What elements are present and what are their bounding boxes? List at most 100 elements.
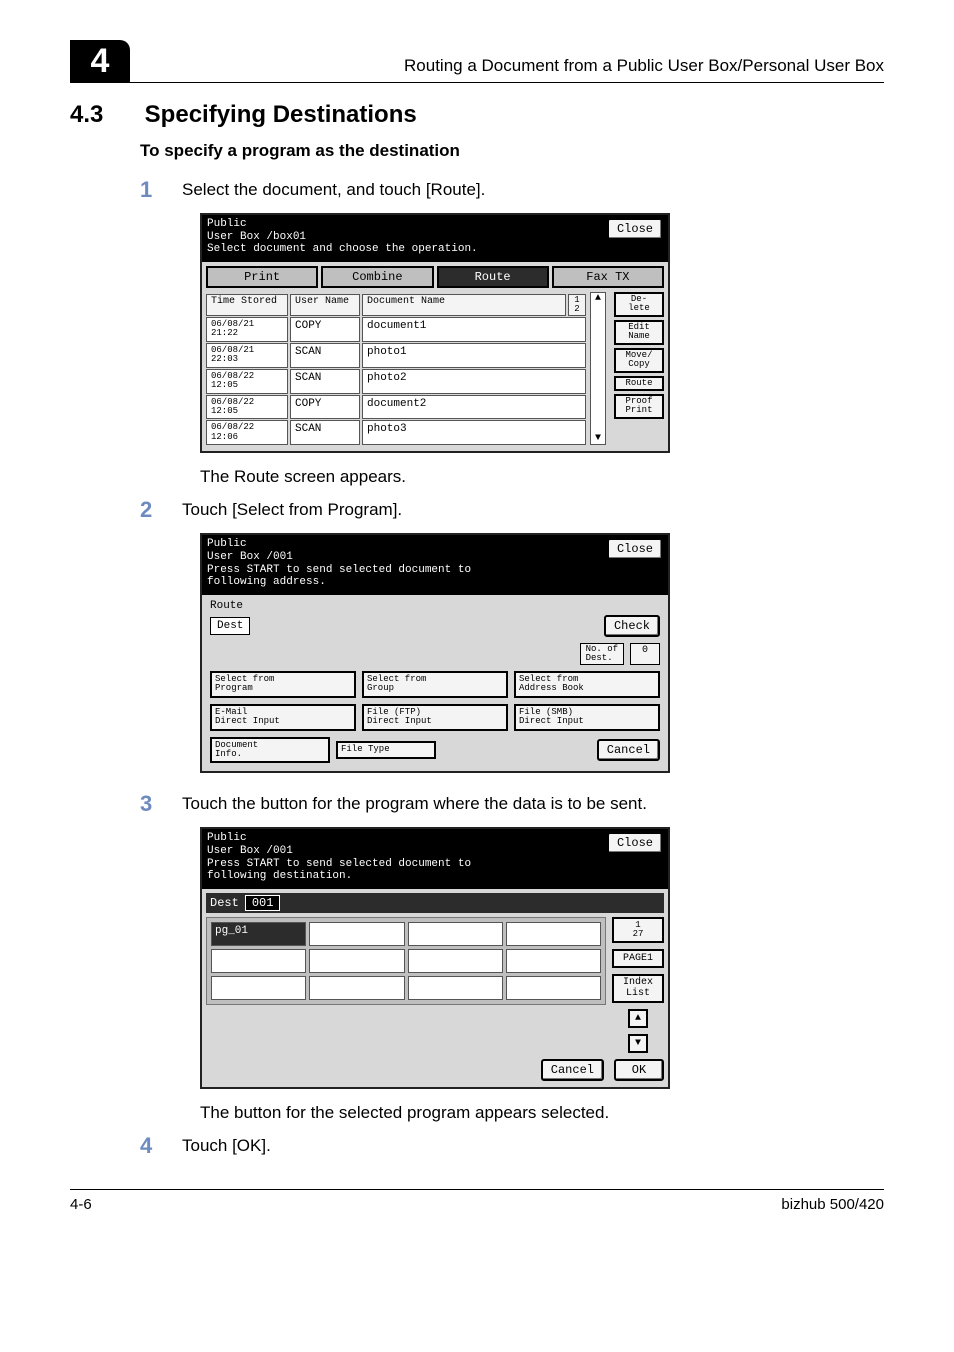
cell-doc: photo2 [362, 369, 586, 394]
program-slot[interactable] [211, 976, 306, 1000]
close-button[interactable]: Close [607, 218, 663, 240]
panel-route-list: Public User Box /box01 Select document a… [200, 213, 670, 453]
program-slot[interactable] [309, 976, 404, 1000]
tab-combine[interactable]: Combine [321, 266, 433, 288]
section-heading: 4.3 Specifying Destinations [70, 101, 884, 129]
program-slot[interactable] [506, 949, 601, 973]
step-3: 3 Touch the button for the program where… [140, 791, 884, 817]
footer-model: bizhub 500/420 [781, 1196, 884, 1213]
col-document: Document Name [362, 294, 566, 316]
step-4-text: Touch [OK]. [182, 1133, 271, 1156]
cell-doc: document2 [362, 395, 586, 420]
ok-button[interactable]: OK [614, 1059, 664, 1081]
table-row[interactable]: 06/08/22 12:06 SCAN photo3 [206, 420, 586, 445]
step-1-text: Select the document, and touch [Route]. [182, 177, 485, 200]
panel1-side-buttons: De- lete Edit Name Move/ Copy Route Proo… [614, 292, 664, 445]
cell-doc: document1 [362, 317, 586, 342]
header-title: Routing a Document from a Public User Bo… [130, 56, 884, 82]
tab-route[interactable]: Route [437, 266, 549, 288]
check-button[interactable]: Check [604, 615, 660, 637]
close-button[interactable]: Close [607, 538, 663, 560]
program-slot[interactable] [408, 949, 503, 973]
email-direct-input-button[interactable]: E-Mail Direct Input [210, 704, 356, 731]
no-of-dest-label: No. of Dest. [580, 643, 624, 665]
close-button[interactable]: Close [607, 832, 663, 854]
panel2-dest-row: Dest Check [210, 615, 660, 637]
file-ftp-direct-input-button[interactable]: File (FTP) Direct Input [362, 704, 508, 731]
cell-time: 06/08/22 12:06 [206, 420, 288, 445]
panel3-side: 1 27 PAGE1 Index List ▲ ▼ [612, 913, 664, 1053]
panel1-header: Public User Box /box01 Select document a… [202, 215, 668, 262]
dest-value: 001 [245, 895, 281, 911]
panel2-header: Public User Box /001 Press START to send… [202, 535, 668, 595]
step-2-number: 2 [140, 497, 158, 523]
cell-user: COPY [290, 395, 360, 420]
page1-button[interactable]: PAGE1 [612, 949, 664, 968]
cell-user: SCAN [290, 369, 360, 394]
dest-label: Dest [210, 617, 250, 635]
page-footer: 4-6 bizhub 500/420 [70, 1189, 884, 1213]
file-smb-direct-input-button[interactable]: File (SMB) Direct Input [514, 704, 660, 731]
cancel-button[interactable]: Cancel [541, 1059, 604, 1081]
tab-fax-tx[interactable]: Fax TX [552, 266, 664, 288]
program-slot[interactable] [211, 949, 306, 973]
cell-doc: photo3 [362, 420, 586, 445]
chapter-number: 4 [91, 42, 110, 81]
cell-time: 06/08/21 22:03 [206, 343, 288, 368]
chapter-number-tab: 4 [70, 40, 130, 82]
tab-print[interactable]: Print [206, 266, 318, 288]
panel1-tabs: Print Combine Route Fax TX [206, 266, 664, 288]
cell-user: SCAN [290, 420, 360, 445]
scroll-down-icon[interactable]: ▼ [628, 1034, 648, 1053]
panel2-box-line2: User Box /001 [207, 551, 471, 564]
table-row[interactable]: 06/08/22 12:05 COPY document2 [206, 395, 586, 420]
select-from-group-button[interactable]: Select from Group [362, 671, 508, 698]
index-list-button[interactable]: Index List [612, 974, 664, 1003]
cell-doc: photo1 [362, 343, 586, 368]
no-of-dest-value: 0 [630, 643, 660, 665]
program-slot[interactable] [506, 976, 601, 1000]
file-type-button[interactable]: File Type [336, 741, 436, 758]
scroll-up-icon[interactable]: ▲ [628, 1009, 648, 1028]
program-slot[interactable] [408, 976, 503, 1000]
section-subtitle: To specify a program as the destination [140, 141, 884, 161]
panel1-box-line2: User Box /box01 [207, 231, 478, 244]
proof-print-button[interactable]: Proof Print [614, 394, 664, 419]
move-copy-button[interactable]: Move/ Copy [614, 348, 664, 373]
body-text-1: The Route screen appears. [200, 467, 884, 487]
program-slot[interactable] [309, 949, 404, 973]
select-from-address-book-button[interactable]: Select from Address Book [514, 671, 660, 698]
table-row[interactable]: 06/08/22 12:05 SCAN photo2 [206, 369, 586, 394]
route-button[interactable]: Route [614, 376, 664, 391]
program-grid: pg_01 [206, 917, 606, 1005]
step-4-number: 4 [140, 1133, 158, 1159]
body-text-2: The button for the selected program appe… [200, 1103, 884, 1123]
panel-program-select: Public User Box /001 Press START to send… [200, 827, 670, 1089]
scrollbar[interactable]: ▲ ▼ [590, 292, 606, 445]
table-row[interactable]: 06/08/21 21:22 COPY document1 [206, 317, 586, 342]
cell-user: SCAN [290, 343, 360, 368]
panel1-columns: Time Stored User Name Document Name 1 2 [206, 294, 586, 316]
edit-name-button[interactable]: Edit Name [614, 320, 664, 345]
program-slot-1[interactable]: pg_01 [211, 922, 306, 946]
table-row[interactable]: 06/08/21 22:03 SCAN photo1 [206, 343, 586, 368]
panel1-box-line1: Public [207, 218, 478, 231]
step-2-text: Touch [Select from Program]. [182, 497, 402, 520]
step-1-number: 1 [140, 177, 158, 203]
step-3-text: Touch the button for the program where t… [182, 791, 647, 814]
step-2: 2 Touch [Select from Program]. [140, 497, 884, 523]
cell-time: 06/08/21 21:22 [206, 317, 288, 342]
page-counter: 1 27 [612, 917, 664, 943]
cancel-button[interactable]: Cancel [597, 739, 660, 761]
select-from-program-button[interactable]: Select from Program [210, 671, 356, 698]
scroll-up-icon[interactable]: ▲ [595, 293, 601, 304]
scroll-down-icon[interactable]: ▼ [595, 433, 601, 444]
panel3-dest-bar: Dest 001 [206, 893, 664, 913]
program-slot[interactable] [506, 922, 601, 946]
program-slot[interactable] [408, 922, 503, 946]
delete-button[interactable]: De- lete [614, 292, 664, 317]
step-4: 4 Touch [OK]. [140, 1133, 884, 1159]
document-info-button[interactable]: Document Info. [210, 737, 330, 764]
col-time[interactable]: Time Stored [206, 294, 288, 316]
program-slot[interactable] [309, 922, 404, 946]
